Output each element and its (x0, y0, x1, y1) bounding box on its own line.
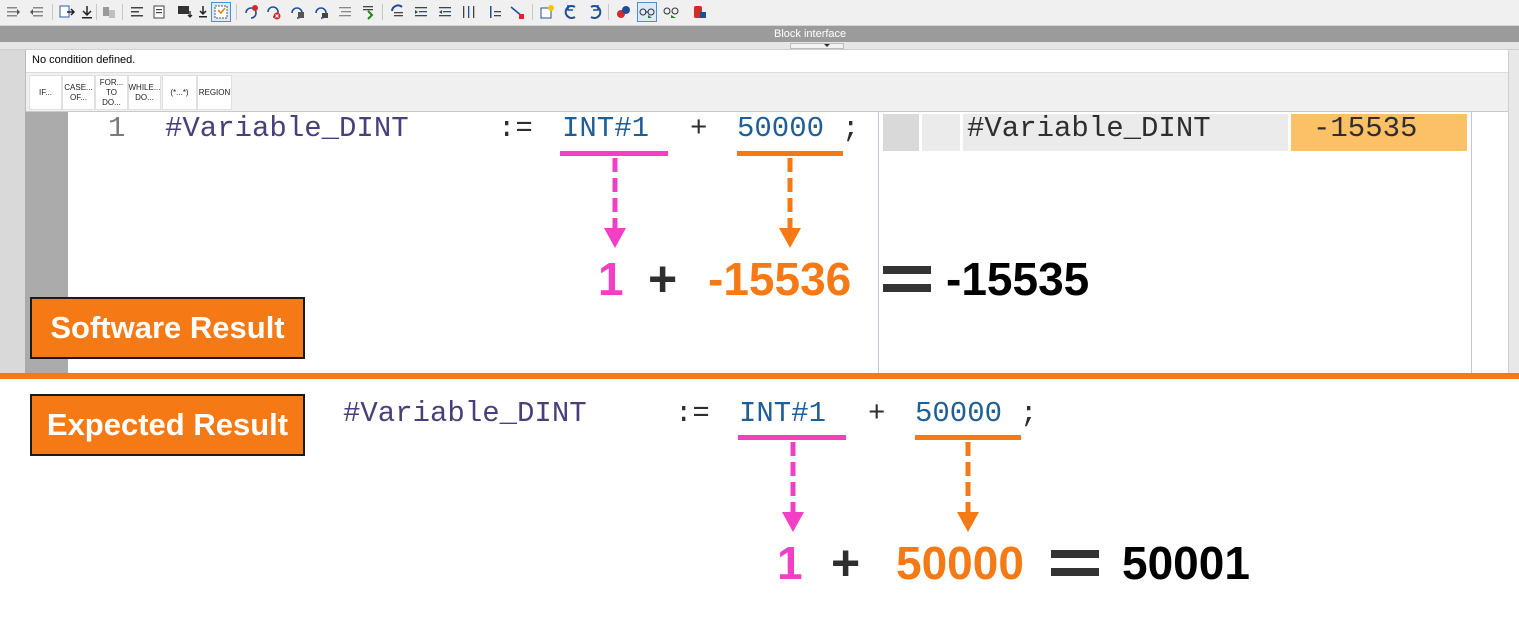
block-interface-title: Block interface (774, 28, 847, 40)
software-result-value: -15535 (946, 253, 1090, 305)
compare-icon[interactable] (100, 3, 118, 21)
import-block-icon[interactable] (150, 3, 168, 21)
snippet-label: (*...*) (170, 87, 189, 97)
software-operand-2: -15536 (708, 253, 852, 305)
toolbar (0, 0, 1519, 26)
snippet-label: DO... (135, 92, 154, 102)
splitter-grip[interactable] (790, 43, 844, 49)
snippet-label: IF... (39, 87, 52, 97)
watch-table-icon[interactable] (662, 3, 680, 21)
forward-icon[interactable] (586, 3, 604, 21)
watch-icon[interactable] (637, 2, 657, 22)
indent-icon[interactable] (412, 3, 430, 21)
watch-panel (878, 112, 1472, 373)
expected-result-label: Expected Result (30, 394, 305, 456)
section-divider (0, 373, 1519, 379)
back-icon[interactable] (562, 3, 580, 21)
expected-operand-2: 50000 (896, 537, 1024, 589)
list-icon[interactable] (336, 3, 354, 21)
snippet-label: CASE... (64, 82, 93, 92)
line-number: 1 (108, 112, 126, 145)
monitor-icon[interactable] (614, 3, 632, 21)
snippet-label: TO DO... (102, 87, 121, 107)
block-interface-bar[interactable]: Block interface (0, 26, 1519, 42)
snippet-case-button[interactable]: CASE... OF... (62, 75, 95, 110)
equals-icon (1051, 550, 1099, 558)
arrow-down-icon (957, 442, 979, 532)
expected-result-label-text: Expected Result (46, 407, 289, 442)
snippet-label: REGION (198, 87, 231, 97)
expected-code-variable: #Variable_DINT (343, 397, 587, 430)
expected-code-operand-1: INT#1 (739, 397, 827, 430)
equals-icon (883, 284, 931, 292)
step-into-icon[interactable] (360, 3, 378, 21)
watch-value: -15535 (1313, 112, 1418, 145)
snippet-region-button[interactable]: REGION (197, 75, 232, 110)
breakpoint-list-icon[interactable] (312, 3, 330, 21)
condition-text: No condition defined. (32, 54, 136, 66)
arrow-down-icon (782, 442, 804, 532)
software-plus: + (648, 251, 678, 307)
snippet-label: WHILE... (128, 82, 161, 92)
code-plus-operator: + (690, 112, 708, 145)
code-assign-operator: := (498, 112, 533, 145)
stop-icon[interactable] (690, 3, 708, 21)
monitor-download-icon[interactable] (176, 3, 194, 21)
watch-variable: #Variable_DINT (967, 112, 1211, 145)
breakpoint-toggle-icon[interactable] (288, 3, 306, 21)
snippet-label: OF... (70, 92, 87, 102)
snippet-while-button[interactable]: WHILE... DO... (128, 75, 161, 110)
software-result-label-text: Software Result (50, 310, 285, 345)
align-left-icon[interactable] (128, 3, 146, 21)
snippet-comment-button[interactable]: (*...*) (162, 75, 197, 110)
indent-increase-icon[interactable] (4, 3, 22, 21)
snippet-select-icon[interactable] (211, 2, 231, 22)
expected-code-operand-2: 50000 (915, 397, 1003, 430)
outdent-icon[interactable] (436, 3, 454, 21)
export-icon[interactable] (58, 3, 76, 21)
debug-icon[interactable] (508, 3, 526, 21)
snippet-toolbar: IF... CASE... OF... FOR... TO DO... WHILE.… (26, 73, 1508, 112)
indent-decrease-icon[interactable] (28, 3, 46, 21)
watch-cell (883, 114, 919, 151)
equals-icon (1051, 568, 1099, 576)
equals-icon (883, 266, 931, 274)
code-terminator: ; (842, 112, 860, 145)
breakpoint-add-icon[interactable] (242, 3, 260, 21)
columns-icon[interactable] (460, 3, 478, 21)
expected-operand-1: 1 (777, 537, 803, 589)
download-icon[interactable] (78, 3, 96, 21)
expected-code-assign-operator: := (675, 397, 710, 430)
software-operand-1: 1 (598, 253, 624, 305)
watch-cell (922, 114, 960, 151)
vertical-scrollbar[interactable] (1508, 50, 1519, 373)
save-icon[interactable] (194, 3, 212, 21)
breakpoint-remove-icon[interactable] (264, 3, 282, 21)
code-operand-1: INT#1 (562, 112, 650, 145)
expected-result-value: 50001 (1122, 537, 1250, 589)
tree-icon[interactable] (486, 3, 504, 21)
code-operand-2: 50000 (737, 112, 825, 145)
arrow-down-icon (604, 158, 626, 248)
jump-back-icon[interactable] (388, 3, 406, 21)
code-variable: #Variable_DINT (165, 112, 409, 145)
arrow-down-icon (779, 158, 801, 248)
snippet-for-button[interactable]: FOR... TO DO... (95, 75, 128, 110)
software-result-label: Software Result (30, 297, 305, 359)
expected-code-terminator: ; (1020, 397, 1038, 430)
editor-left-gutter (0, 50, 26, 373)
expected-code-plus: + (868, 397, 886, 430)
highlight-icon[interactable] (538, 3, 556, 21)
snippet-label: FOR... (99, 77, 124, 87)
splitter[interactable] (0, 42, 1519, 50)
snippet-if-button[interactable]: IF... (29, 75, 62, 110)
expected-plus: + (831, 535, 861, 591)
